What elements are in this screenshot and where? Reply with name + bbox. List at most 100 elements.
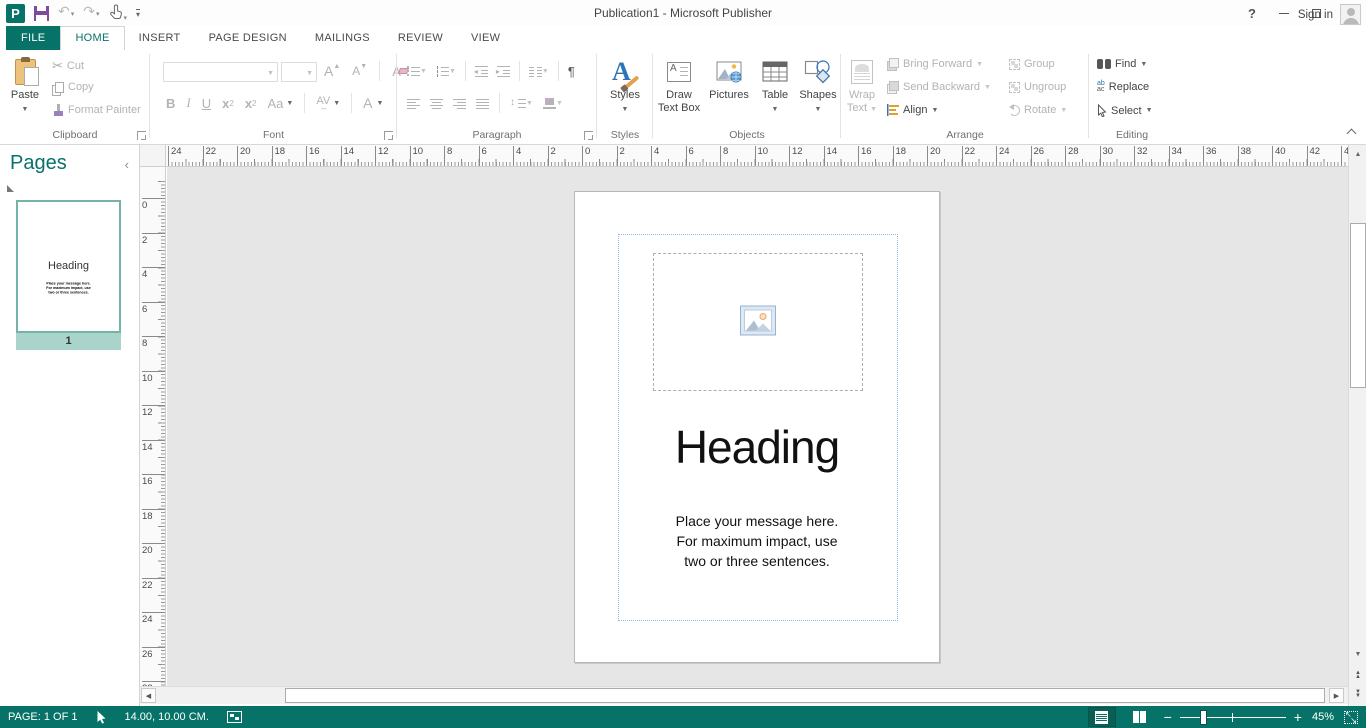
table-button[interactable]: Table▼ <box>755 53 795 127</box>
pictures-button[interactable]: Pictures <box>705 53 753 127</box>
shrink-font-button[interactable]: A▼ <box>350 60 369 82</box>
paragraph-dialog-launcher[interactable] <box>584 131 593 140</box>
align-button[interactable]: Align▼ <box>887 104 938 116</box>
publication-page[interactable]: Heading Place your message here. For max… <box>574 191 940 663</box>
page-indicator[interactable]: PAGE: 1 OF 1 <box>8 711 78 723</box>
minimize-button[interactable] <box>1268 0 1300 26</box>
borders-button[interactable]: ▼ <box>541 92 565 114</box>
subscript-button[interactable]: x2 <box>220 92 236 114</box>
picture-placeholder[interactable] <box>653 253 863 391</box>
font-size-combo[interactable]: ▼ <box>281 62 317 82</box>
styles-button[interactable]: A Styles▼ <box>603 53 647 127</box>
bring-forward-button[interactable]: Bring Forward▼ <box>887 58 983 70</box>
align-center-button[interactable] <box>428 92 445 114</box>
horizontal-scrollbar-thumb[interactable] <box>285 688 1325 703</box>
zoom-in-button[interactable]: + <box>1294 710 1302 724</box>
vertical-ruler[interactable]: 0246810121416182022242628 <box>140 167 166 686</box>
paste-button[interactable]: Paste▼ <box>4 53 46 127</box>
scroll-left-arrow[interactable]: ◀ <box>141 688 156 703</box>
send-backward-button[interactable]: Send Backward▼ <box>887 81 991 93</box>
tab-home[interactable]: HOME <box>60 26 124 50</box>
decrease-indent-button[interactable] <box>473 60 490 82</box>
page-thumbnail[interactable]: Heading Place your message here. For max… <box>16 200 121 350</box>
tab-view[interactable]: VIEW <box>457 26 514 50</box>
character-spacing-button[interactable]: AV↔ ▼ <box>314 92 342 114</box>
font-group-label: Font <box>150 129 397 141</box>
page-heading-text[interactable]: Heading <box>575 420 939 474</box>
group-button[interactable]: Group <box>1009 58 1055 70</box>
columns-button[interactable]: ▼ <box>527 60 551 82</box>
collapse-ribbon-icon[interactable] <box>1348 128 1356 136</box>
next-page-button[interactable]: ▼▼ <box>1350 686 1366 702</box>
sign-in-link[interactable]: Sign in <box>1298 9 1333 21</box>
picture-placeholder-icon[interactable] <box>740 306 776 339</box>
object-size-indicator[interactable] <box>227 711 242 723</box>
justify-button[interactable] <box>474 92 491 114</box>
change-case-button[interactable]: Aa▼ <box>266 92 296 114</box>
fit-page-button[interactable] <box>1344 711 1358 724</box>
align-left-button[interactable] <box>405 92 422 114</box>
superscript-button[interactable]: x2 <box>243 92 259 114</box>
zoom-out-button[interactable]: − <box>1164 710 1172 724</box>
bullets-button[interactable]: ▼ <box>405 60 429 82</box>
underline-button[interactable]: U <box>200 92 213 114</box>
customize-qat-icon[interactable]: ▾ <box>136 9 140 18</box>
clipboard-dialog-launcher[interactable] <box>137 131 146 140</box>
save-icon[interactable] <box>34 6 49 21</box>
cursor-coordinates[interactable]: 14.00, 10.00 CM. <box>125 711 209 723</box>
ungroup-button[interactable]: Ungroup <box>1009 81 1066 93</box>
select-button[interactable]: Select▼ <box>1097 104 1153 117</box>
touch-mode-icon[interactable]: ▾ <box>109 4 128 23</box>
shapes-button[interactable]: Shapes▼ <box>797 53 839 127</box>
horizontal-ruler[interactable]: 2422201816141210864202468101214161820222… <box>166 145 1348 167</box>
workspace[interactable]: Heading Place your message here. For max… <box>167 167 1348 686</box>
page-body-text[interactable]: Place your message here. For maximum imp… <box>575 511 939 571</box>
italic-button[interactable]: I <box>184 92 192 114</box>
h-ruler-number: 20 <box>927 146 941 166</box>
font-name-combo[interactable]: ▼ <box>163 62 278 82</box>
copy-button[interactable]: Copy <box>52 81 94 93</box>
vertical-scrollbar[interactable]: ▲ ▼ ▲▲ ▼▼ <box>1348 145 1366 706</box>
collapse-pages-panel-icon[interactable]: ‹ <box>125 157 129 172</box>
group-font: ▼ ▼ A▲ A▼ A B I U x2 x2 Aa▼ AV↔ ▼ A▼ <box>150 50 397 144</box>
two-page-spread-button[interactable] <box>1126 707 1154 727</box>
line-spacing-button[interactable]: ▼ <box>508 92 535 114</box>
scroll-down-arrow[interactable]: ▼ <box>1350 646 1366 663</box>
cut-button[interactable]: ✂Cut <box>52 58 84 74</box>
tab-insert[interactable]: INSERT <box>125 26 195 50</box>
vertical-scrollbar-thumb[interactable] <box>1350 223 1366 388</box>
align-right-button[interactable] <box>451 92 468 114</box>
h-ruler-number: 0 <box>582 146 590 166</box>
grow-font-button[interactable]: A▲ <box>322 60 342 82</box>
find-button[interactable]: Find▼ <box>1097 58 1147 70</box>
avatar[interactable] <box>1340 4 1361 25</box>
tab-page-design[interactable]: PAGE DESIGN <box>195 26 301 50</box>
zoom-level[interactable]: 45% <box>1312 711 1334 723</box>
horizontal-scrollbar[interactable]: ◀ ▶ <box>140 686 1348 704</box>
undo-icon[interactable]: ↶▾ <box>58 4 74 22</box>
zoom-slider-thumb[interactable] <box>1200 710 1207 725</box>
increase-indent-button[interactable] <box>495 60 512 82</box>
format-painter-button[interactable]: Format Painter <box>52 104 141 116</box>
scroll-right-arrow[interactable]: ▶ <box>1329 688 1344 703</box>
pages-expander-icon[interactable] <box>7 185 14 192</box>
previous-page-button[interactable]: ▲▲ <box>1350 667 1366 683</box>
redo-icon[interactable]: ↷▾ <box>83 4 99 22</box>
scroll-up-arrow[interactable]: ▲ <box>1350 146 1366 163</box>
publisher-app-icon[interactable]: P <box>6 4 25 23</box>
font-dialog-launcher[interactable] <box>384 131 393 140</box>
tab-review[interactable]: REVIEW <box>384 26 457 50</box>
draw-text-box-button[interactable]: DrawText Box <box>655 53 703 127</box>
single-page-view-button[interactable] <box>1088 707 1116 727</box>
bold-button[interactable]: B <box>164 92 177 114</box>
special-characters-button[interactable]: ¶ <box>566 60 577 82</box>
numbering-button[interactable]: ▼ <box>434 60 458 82</box>
wrap-text-button[interactable]: WrapText ▼ <box>843 53 881 127</box>
help-button[interactable]: ? <box>1236 0 1268 26</box>
font-color-button[interactable]: A▼ <box>361 92 385 114</box>
replace-button[interactable]: abac Replace <box>1097 81 1149 93</box>
tab-mailings[interactable]: MAILINGS <box>301 26 384 50</box>
zoom-slider[interactable] <box>1180 709 1286 725</box>
tab-file[interactable]: FILE <box>6 26 60 50</box>
rotate-button[interactable]: Rotate▼ <box>1009 104 1067 116</box>
